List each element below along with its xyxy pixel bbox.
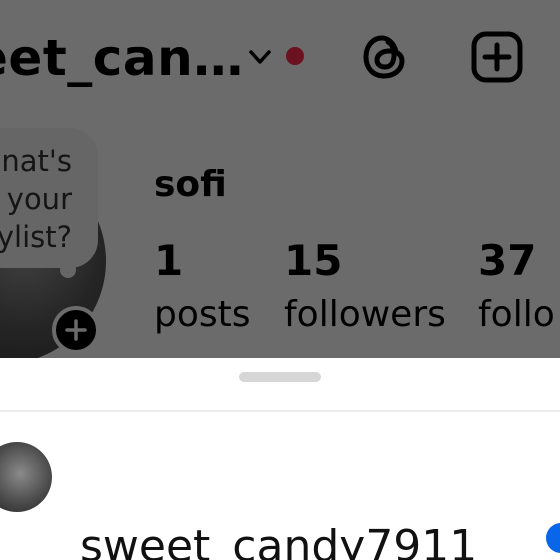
add-story-button[interactable] bbox=[52, 306, 100, 354]
selected-radio-indicator[interactable] bbox=[546, 523, 560, 553]
following-count[interactable]: 37 bbox=[478, 236, 536, 286]
sheet-drag-handle[interactable] bbox=[239, 372, 321, 382]
account-switcher-screen: eet_can… nat's your ylist? sofi 1 posts … bbox=[0, 0, 560, 560]
account-row[interactable]: sweet_candy7911 bbox=[0, 412, 560, 560]
note-bubble[interactable]: nat's your ylist? bbox=[0, 128, 98, 268]
profile-username[interactable]: eet_can… bbox=[0, 28, 244, 88]
account-switcher-sheet: sweet_candy7911 bbox=[0, 358, 560, 560]
account-avatar bbox=[0, 442, 52, 512]
note-line: nat's bbox=[1, 144, 72, 178]
chevron-down-icon[interactable] bbox=[246, 43, 274, 71]
followers-count[interactable]: 15 bbox=[284, 236, 342, 286]
note-line: your bbox=[6, 182, 72, 216]
notification-dot bbox=[286, 47, 304, 65]
threads-icon[interactable] bbox=[360, 30, 410, 84]
posts-label[interactable]: posts bbox=[154, 292, 251, 338]
add-square-icon[interactable] bbox=[470, 30, 524, 84]
display-name: sofi bbox=[154, 164, 227, 205]
profile-background: eet_can… nat's your ylist? sofi 1 posts … bbox=[0, 0, 560, 358]
plus-icon bbox=[65, 319, 87, 341]
account-username: sweet_candy7911 bbox=[80, 521, 478, 560]
note-line: ylist? bbox=[0, 220, 72, 254]
posts-count[interactable]: 1 bbox=[154, 236, 183, 286]
followers-label[interactable]: followers bbox=[284, 292, 446, 338]
following-label[interactable]: follo bbox=[478, 292, 555, 338]
